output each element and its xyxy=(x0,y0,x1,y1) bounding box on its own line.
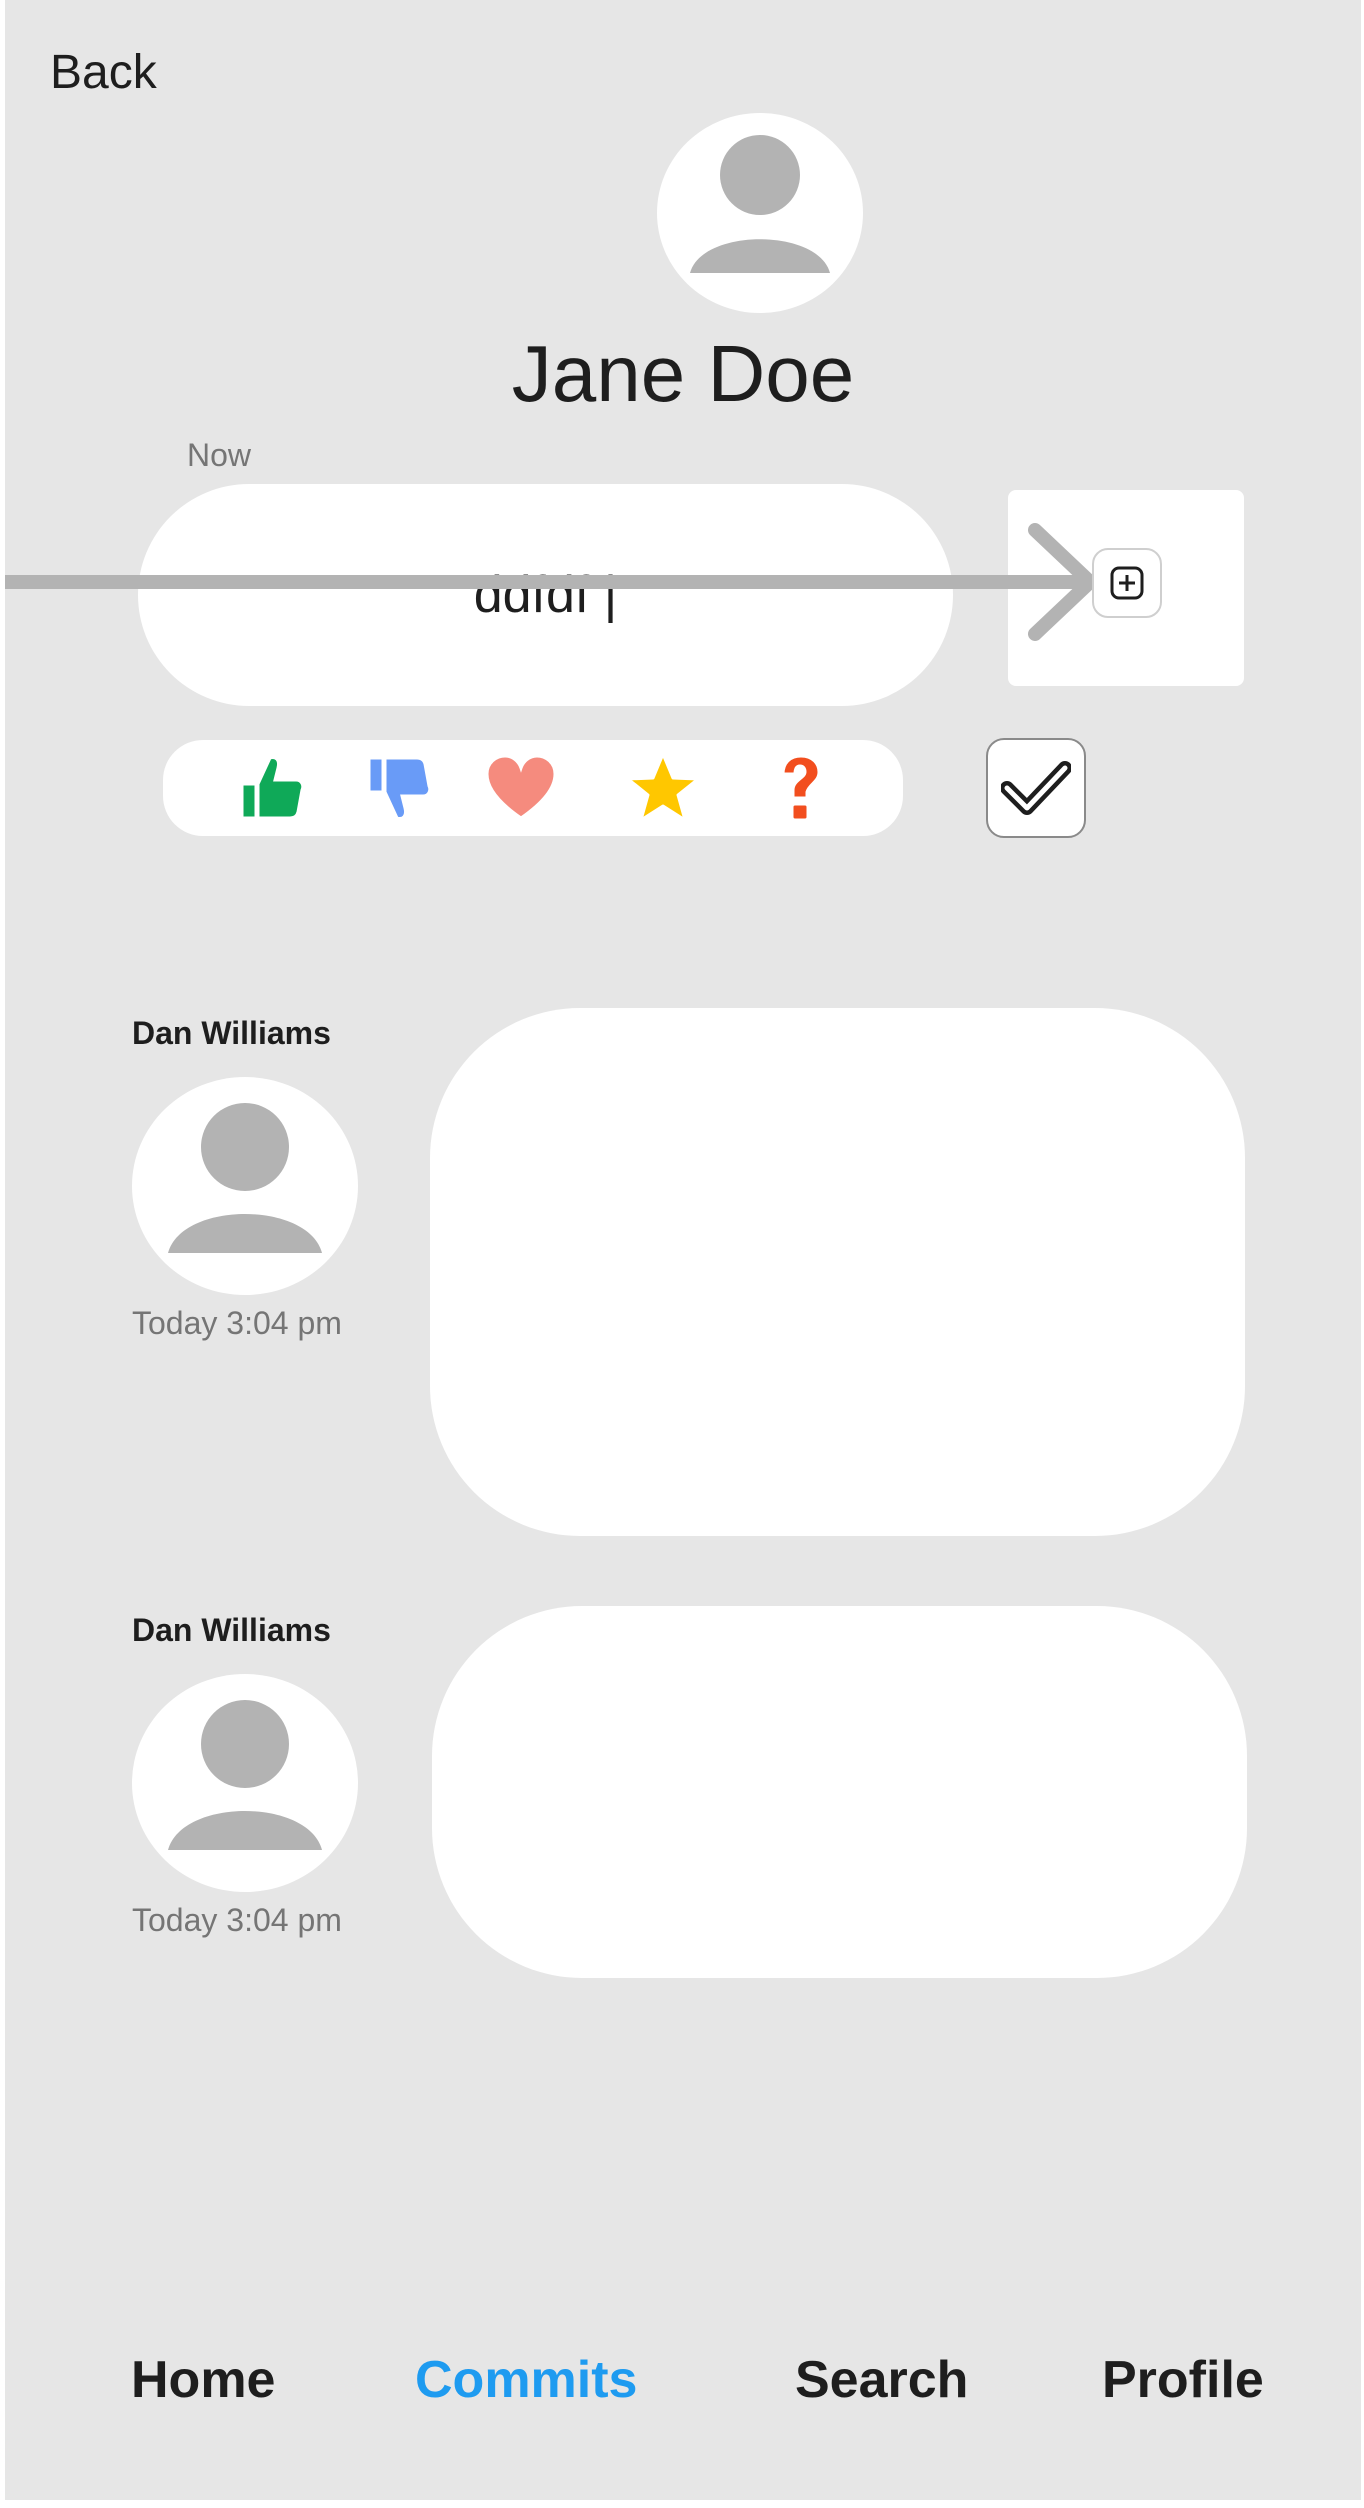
user-avatar-icon xyxy=(690,135,830,273)
app-screen: Back Jane Doe Now ddfdf | Dan Williams T… xyxy=(5,0,1361,2500)
question-mark-icon xyxy=(781,754,821,822)
reaction-question[interactable] xyxy=(759,748,839,828)
star-icon xyxy=(626,752,700,822)
reaction-heart[interactable] xyxy=(481,748,561,828)
nav-profile[interactable]: Profile xyxy=(1102,2350,1264,2410)
message-input[interactable] xyxy=(263,564,828,626)
attach-button[interactable] xyxy=(1092,548,1162,618)
confirm-button[interactable] xyxy=(986,738,1086,838)
thumbs-down-icon xyxy=(367,756,432,820)
nav-search[interactable]: Search xyxy=(795,2350,968,2410)
message-input-container xyxy=(138,484,953,706)
nav-home[interactable]: Home xyxy=(131,2350,275,2410)
checkmark-icon xyxy=(1001,761,1071,815)
reaction-bar xyxy=(163,740,903,836)
profile-name: Jane Doe xyxy=(511,329,855,418)
comment-bubble xyxy=(432,1606,1247,1978)
plus-square-icon xyxy=(1110,566,1144,600)
reaction-thumbs-up[interactable] xyxy=(230,748,310,828)
heart-icon xyxy=(485,754,557,820)
reaction-thumbs-down[interactable] xyxy=(357,748,437,828)
composer-time-label: Now xyxy=(187,437,252,473)
comment-bubble xyxy=(430,1008,1245,1536)
user-avatar-icon xyxy=(168,1700,322,1850)
thumbs-up-icon xyxy=(240,756,305,820)
comment-time: Today 3:04 pm xyxy=(132,1902,342,1938)
reaction-star[interactable] xyxy=(623,748,703,828)
profile-avatar xyxy=(657,113,863,313)
nav-commits[interactable]: Commits xyxy=(415,2350,637,2410)
comment-time: Today 3:04 pm xyxy=(132,1305,342,1341)
comment-avatar xyxy=(132,1674,358,1892)
user-avatar-icon xyxy=(168,1103,322,1253)
back-button[interactable]: Back xyxy=(50,45,157,100)
comment-author: Dan Williams xyxy=(132,1612,331,1648)
comment-avatar xyxy=(132,1077,358,1295)
comment-author: Dan Williams xyxy=(132,1015,331,1051)
